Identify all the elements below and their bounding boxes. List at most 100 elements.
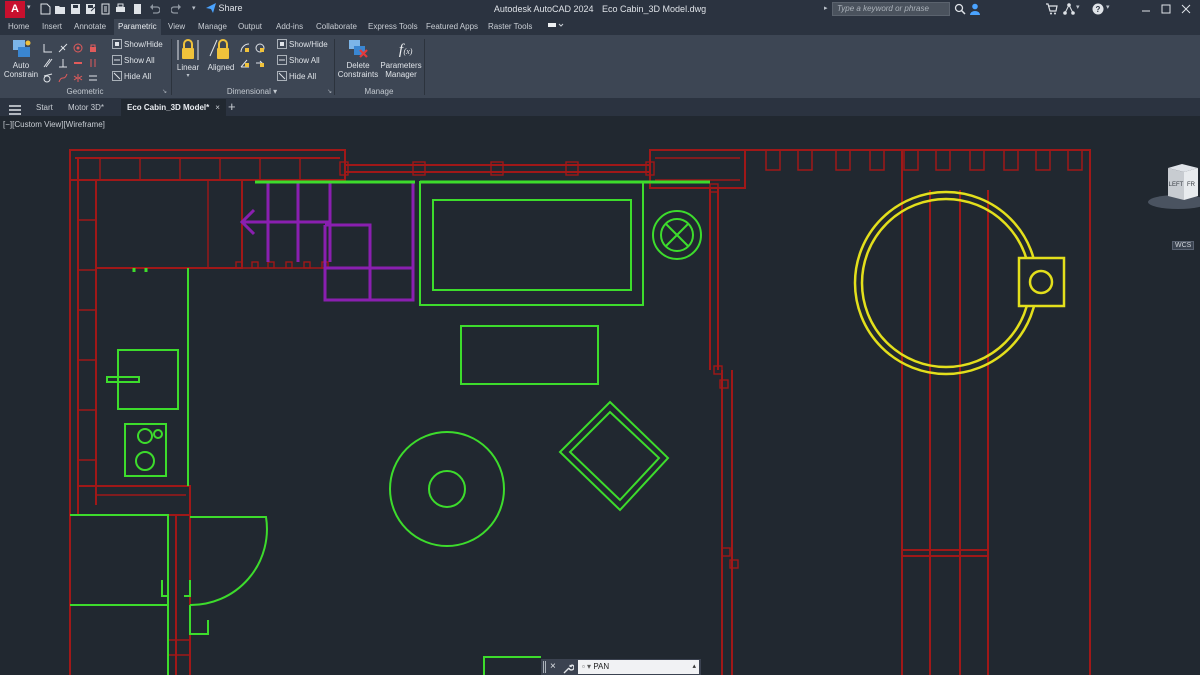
application-menu-button[interactable]: A xyxy=(5,1,25,18)
new-tab-button[interactable]: + xyxy=(222,99,242,116)
perpendicular-icon[interactable] xyxy=(58,55,68,68)
burner xyxy=(135,451,155,471)
tab-view[interactable]: View xyxy=(164,19,189,35)
equal-icon[interactable] xyxy=(88,70,98,81)
dimensional-panel-title: Dimensional xyxy=(226,87,271,96)
chevron-down-icon[interactable]: ▾ xyxy=(27,3,31,11)
new-icon[interactable] xyxy=(40,3,51,15)
dimensional-show-all-label: Show All xyxy=(289,56,320,65)
viewcube[interactable]: LEFT FR xyxy=(1146,164,1200,224)
tab-raster-tools[interactable]: Raster Tools xyxy=(484,19,536,35)
concentric-icon[interactable] xyxy=(73,40,83,53)
diameter-icon[interactable] xyxy=(255,40,265,53)
viewcube-left-label: LEFT xyxy=(1169,182,1184,188)
minimize-icon[interactable] xyxy=(1140,3,1152,15)
vertical-icon[interactable] xyxy=(88,55,98,67)
horizontal-icon[interactable] xyxy=(73,55,83,65)
dimensional-show-all-button[interactable]: Show All xyxy=(277,55,320,65)
wcs-menu[interactable]: WCS xyxy=(1172,241,1195,250)
tab-add-ins[interactable]: Add-ins xyxy=(272,19,307,35)
geometric-show-hide-button[interactable]: Show/Hide xyxy=(112,39,163,49)
search-icon[interactable] xyxy=(954,3,966,15)
smooth-icon[interactable] xyxy=(58,70,68,83)
connect-icon[interactable] xyxy=(1063,3,1075,15)
panel-launcher-icon[interactable]: ↘ xyxy=(327,88,332,95)
linear-button[interactable]: Linear ▾ xyxy=(175,38,201,81)
auto-constrain-button[interactable]: Auto Constrain xyxy=(3,38,39,79)
file-tab-motor-3d[interactable]: Motor 3D* xyxy=(62,99,110,116)
aligned-lock-icon xyxy=(209,39,229,59)
fix-icon[interactable] xyxy=(88,40,98,52)
symmetric-icon[interactable] xyxy=(73,70,83,82)
tab-home[interactable]: Home xyxy=(4,19,33,35)
tangent-icon[interactable] xyxy=(43,70,53,83)
viewcube-front-label: FR xyxy=(1187,182,1196,188)
viewport-controls[interactable]: [−][Custom View][Wireframe] xyxy=(3,120,105,129)
parameters-manager-label: Parameters Manager xyxy=(380,61,422,79)
close-icon[interactable]: × xyxy=(550,661,556,673)
auto-constrain-icon xyxy=(13,40,31,57)
command-line-grip[interactable] xyxy=(543,661,546,673)
dimensional-hide-all-button[interactable]: Hide All xyxy=(277,71,316,81)
customize-qat-icon[interactable]: ▾ xyxy=(192,4,203,16)
tab-manage[interactable]: Manage xyxy=(194,19,231,35)
tab-parametric[interactable]: Parametric xyxy=(114,19,161,35)
maximize-icon[interactable] xyxy=(1160,3,1172,15)
search-expand-icon[interactable]: ▸ xyxy=(824,4,828,12)
ribbon-minimize-button[interactable] xyxy=(543,19,569,35)
publish-icon[interactable] xyxy=(132,3,143,15)
collinear-icon[interactable] xyxy=(58,40,68,53)
tab-annotate[interactable]: Annotate xyxy=(70,19,110,35)
entry-closet xyxy=(70,514,169,675)
plot-icon[interactable] xyxy=(100,3,111,15)
close-icon[interactable] xyxy=(1180,3,1192,15)
help-icon[interactable]: ? xyxy=(1092,3,1104,15)
deck-railing xyxy=(765,150,1083,171)
wrench-icon[interactable] xyxy=(563,661,575,675)
redo-icon[interactable] xyxy=(170,3,182,15)
tab-output[interactable]: Output xyxy=(234,19,266,35)
north-window xyxy=(345,164,650,173)
geometric-hide-all-button[interactable]: Hide All xyxy=(112,71,151,81)
tab-express-tools[interactable]: Express Tools xyxy=(364,19,422,35)
open-icon[interactable] xyxy=(55,3,66,15)
dimensional-show-hide-button[interactable]: Show/Hide xyxy=(277,39,328,49)
tab-featured-apps[interactable]: Featured Apps xyxy=(422,19,482,35)
save-as-icon[interactable] xyxy=(85,3,96,15)
geometric-show-all-button[interactable]: Show All xyxy=(112,55,155,65)
tab-insert[interactable]: Insert xyxy=(38,19,66,35)
parallel-icon[interactable] xyxy=(43,55,53,68)
file-tab-eco-cabin[interactable]: Eco Cabin_3D Model* × xyxy=(121,99,226,116)
save-icon[interactable] xyxy=(70,3,81,15)
drawing-viewport[interactable]: [−][Custom View][Wireframe] LEFT FR WCS xyxy=(0,116,1200,675)
command-history-icon[interactable]: ▴ xyxy=(692,660,696,674)
delete-constraints-button[interactable]: Delete Constraints xyxy=(337,38,379,79)
user-icon[interactable] xyxy=(969,3,981,15)
east-wall-lower xyxy=(721,370,733,675)
chevron-down-icon[interactable]: ▾ xyxy=(1076,3,1088,15)
print-icon[interactable] xyxy=(115,3,126,15)
search-input[interactable]: Type a keyword or phrase xyxy=(832,2,950,16)
share-button[interactable]: Share xyxy=(206,3,243,13)
convert-icon[interactable] xyxy=(255,55,265,67)
hot-tub-outer xyxy=(853,190,1039,376)
cart-icon[interactable] xyxy=(1046,3,1058,15)
command-input[interactable]: ▫ ▾ PAN ▴ xyxy=(578,660,699,674)
panel-launcher-icon[interactable]: ↘ xyxy=(162,88,167,95)
close-tab-icon[interactable]: × xyxy=(215,103,220,112)
coincident-icon[interactable] xyxy=(43,40,53,53)
aligned-button[interactable]: Aligned xyxy=(205,38,237,72)
floor-plan-drawing[interactable] xyxy=(0,116,1200,675)
panel-separator xyxy=(424,39,425,95)
undo-icon[interactable] xyxy=(149,3,161,15)
parameters-manager-button[interactable]: f (x) Parameters Manager xyxy=(380,38,422,79)
dimensional-panel-label[interactable]: Dimensional ▾ xyxy=(172,87,332,96)
file-tab-start[interactable]: Start xyxy=(30,99,59,116)
tab-collaborate[interactable]: Collaborate xyxy=(312,19,361,35)
aligned-label: Aligned xyxy=(207,63,235,72)
cooktop xyxy=(124,423,167,477)
chevron-down-icon[interactable]: ▾ xyxy=(1106,3,1118,15)
north-wall-studs xyxy=(99,158,301,180)
angular-icon[interactable] xyxy=(240,55,250,68)
radius-icon[interactable] xyxy=(240,40,250,53)
